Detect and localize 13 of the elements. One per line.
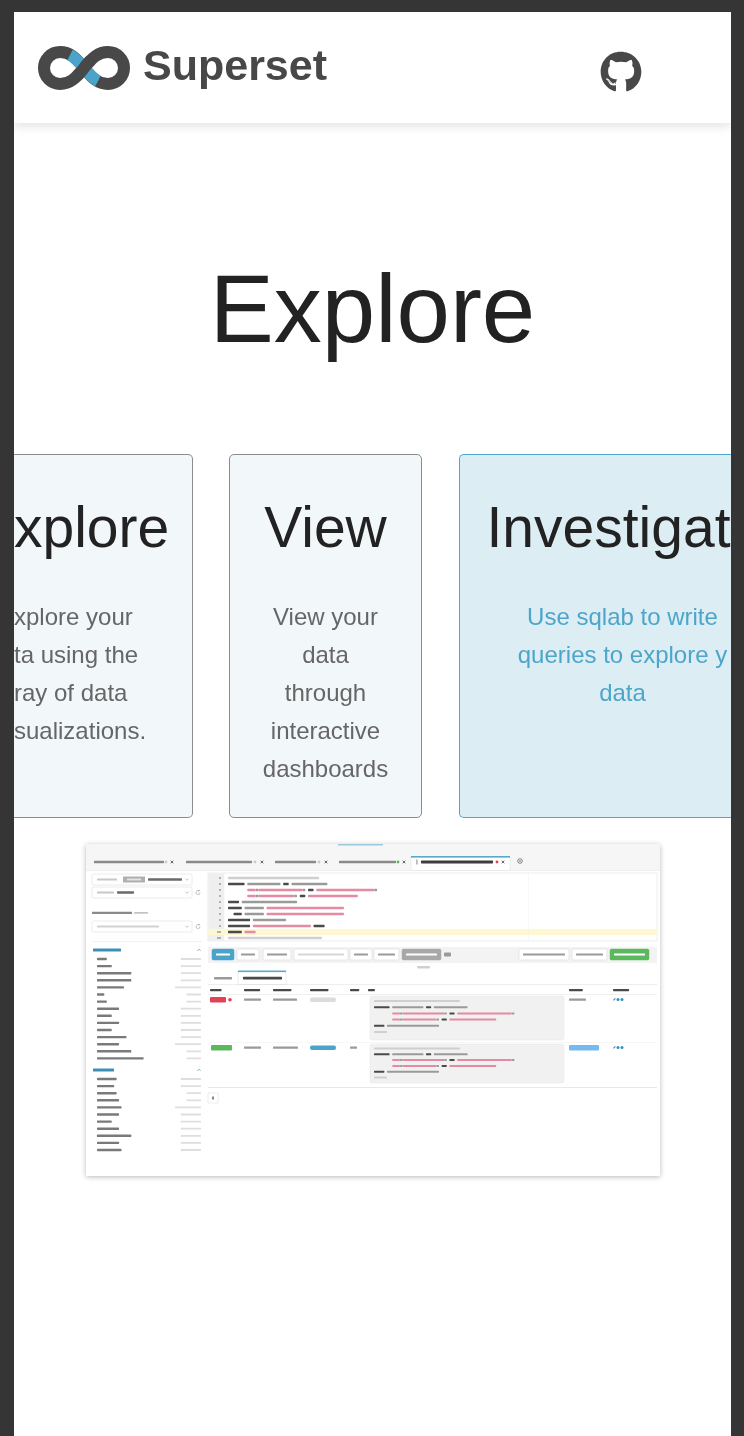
card-title: Investigat	[486, 494, 731, 561]
feature-card[interactable]: Investigat Use sqlab to write queries to explore y data	[459, 454, 731, 818]
github-icon[interactable]	[600, 51, 642, 93]
brand-name[interactable]: Superset	[143, 42, 327, 90]
infinity-logo-icon[interactable]	[36, 43, 132, 92]
card-description: View your data through interactive dashboards	[261, 602, 390, 784]
card-title: xplore	[14, 494, 170, 561]
feature-card[interactable]: xplore xplore your ta using the ray of data sualizations.	[14, 454, 193, 818]
card-description: Use sqlab to write queries to explore y data	[516, 602, 728, 708]
page-heading: Explore	[208, 254, 537, 364]
card-title: View	[264, 494, 387, 561]
feature-card[interactable]: View View your data through interactive dashboards	[229, 454, 422, 818]
card-description: xplore your ta using the ray of data sualizations.	[14, 602, 147, 746]
